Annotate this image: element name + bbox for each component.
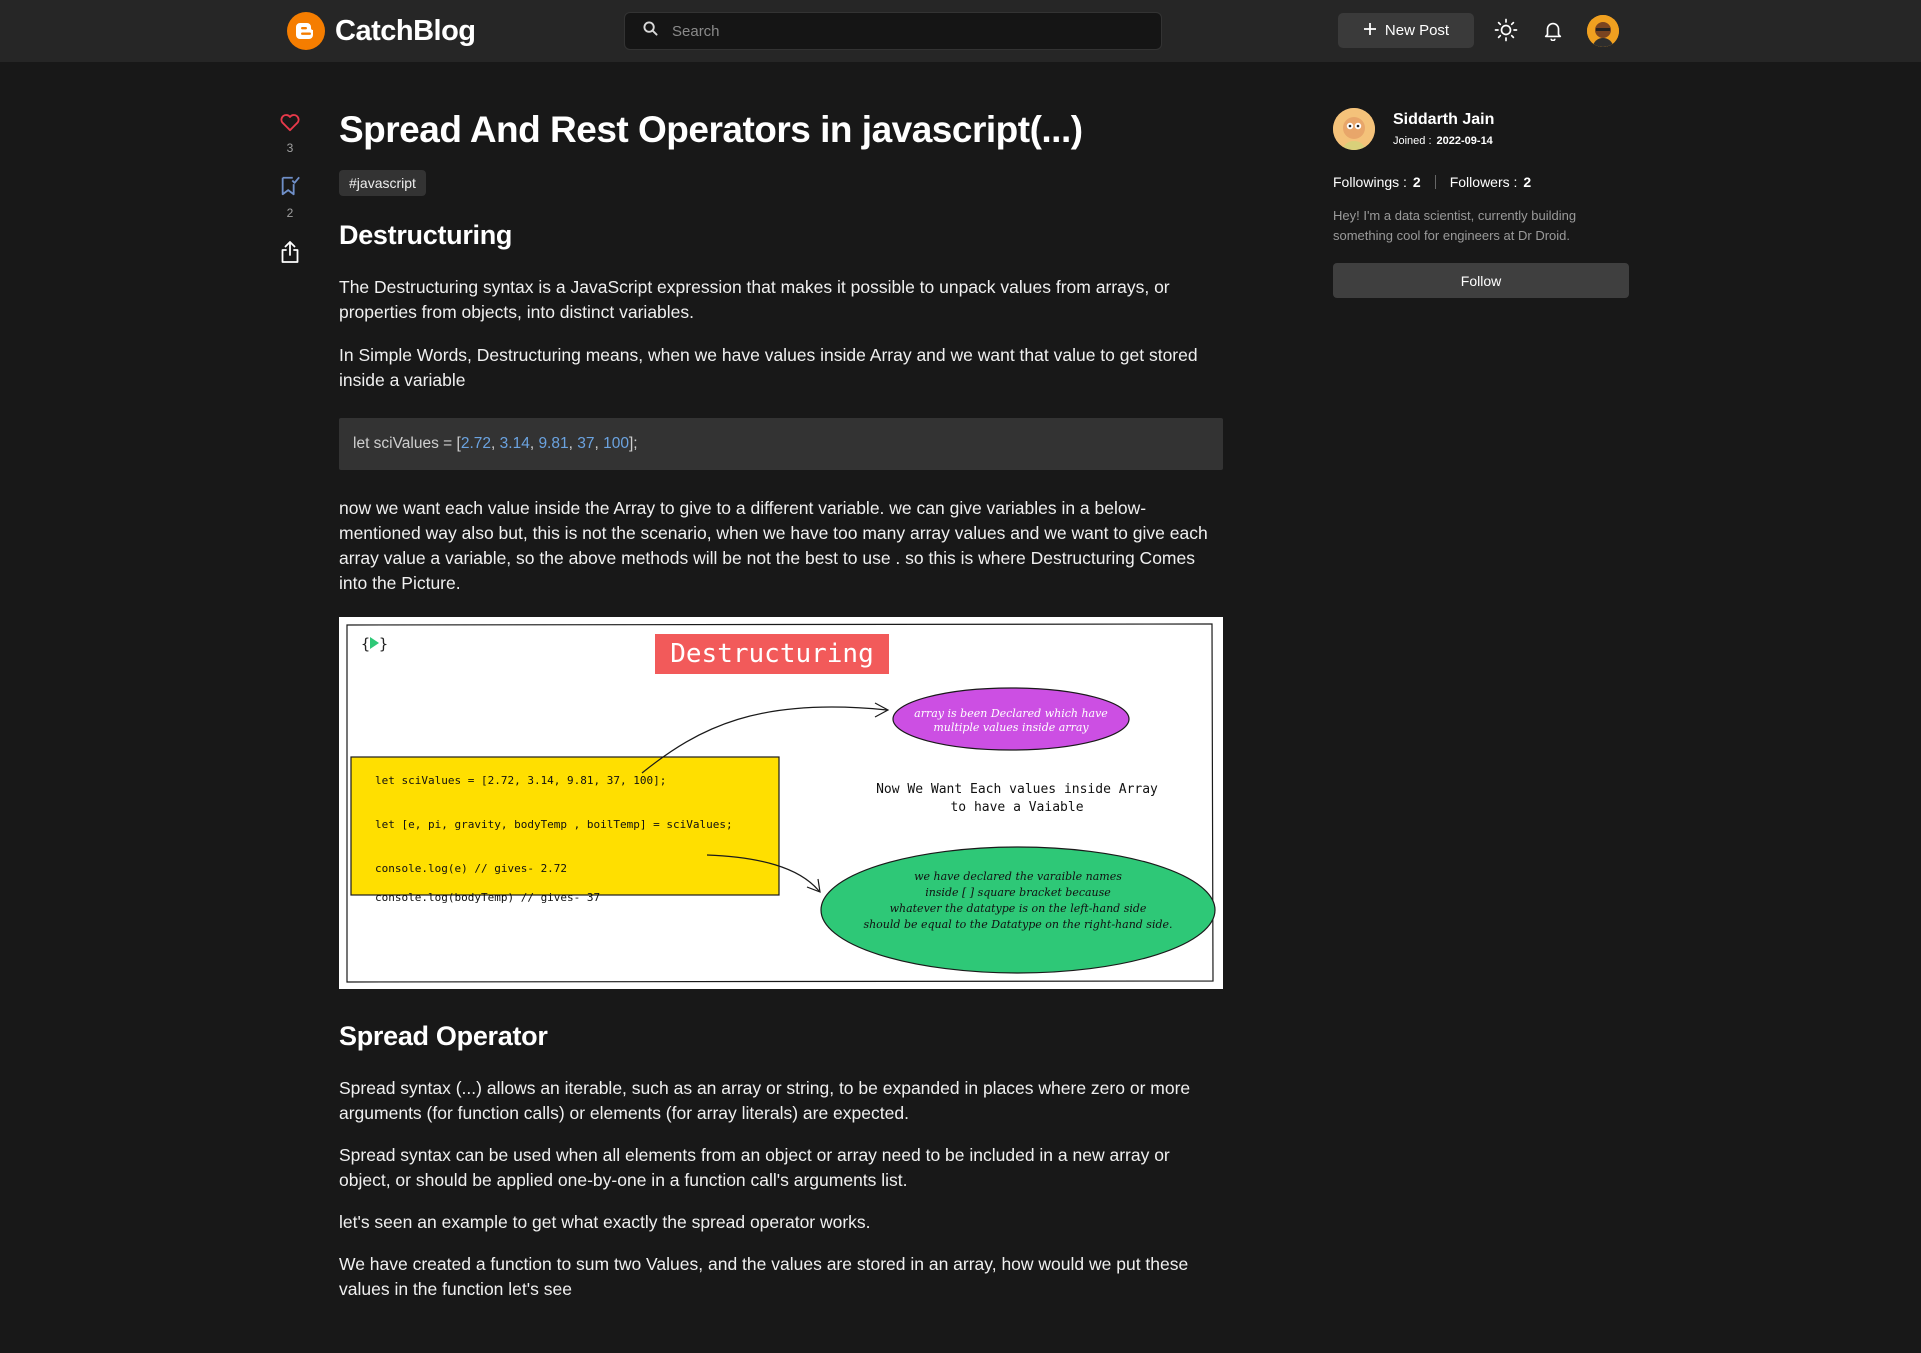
green-note-line: whatever the datatype is on the left-han…	[890, 902, 1147, 915]
green-note-line: inside [ ] square bracket because	[925, 886, 1111, 899]
code-suffix: ];	[628, 435, 638, 452]
paragraph: In Simple Words, Destructuring means, wh…	[339, 345, 1198, 390]
svg-text:{: {	[361, 635, 370, 653]
section-heading-spread: Spread Operator	[339, 1021, 548, 1051]
joined-date: 2022-09-14	[1436, 135, 1493, 147]
paragraph: Spread syntax (...) allows an iterable, …	[339, 1078, 1191, 1123]
code-number: 9.81	[538, 435, 569, 452]
author-name[interactable]: Siddarth Jain	[1393, 111, 1494, 129]
followings-label: Followings :	[1333, 174, 1407, 190]
bookmark-count: 2	[286, 206, 294, 220]
code-number: 100	[603, 435, 629, 452]
follow-button[interactable]: Follow	[1333, 263, 1629, 298]
tag-javascript[interactable]: #javascript	[339, 170, 426, 196]
like-icon[interactable]	[279, 112, 301, 137]
joined-label: Joined :	[1393, 135, 1432, 147]
author-avatar[interactable]	[1333, 108, 1375, 150]
new-post-button[interactable]: New Post	[1338, 13, 1474, 48]
blogger-logo-icon	[287, 12, 325, 50]
search-icon	[643, 21, 658, 41]
purple-note-line: multiple values inside array	[933, 721, 1089, 734]
paragraph: Spread syntax can be used when all eleme…	[339, 1145, 1170, 1190]
bell-icon[interactable]	[1540, 17, 1566, 43]
author-card: Siddarth Jain Joined : 2022-09-14 Followi…	[1333, 108, 1629, 298]
middle-note-line: Now We Want Each values inside Array	[876, 782, 1158, 797]
paragraph: We have created a function to sum two Va…	[339, 1254, 1189, 1299]
new-post-label: New Post	[1384, 22, 1450, 39]
stat-divider	[1434, 175, 1436, 189]
author-header: Siddarth Jain Joined : 2022-09-14	[1333, 108, 1629, 150]
search-input[interactable]	[672, 22, 1142, 40]
destructuring-diagram: { } Destructuring let sciValues = [2.72,…	[339, 617, 1223, 989]
diagram-code-line: let [e, pi, gravity, bodyTemp , boilTemp…	[375, 818, 733, 831]
diagram-svg: { } Destructuring let sciValues = [2.72,…	[339, 617, 1223, 989]
author-bio: Hey! I'm a data scientist, currently bui…	[1333, 208, 1577, 243]
code-block: let sciValues = [ 2.72, 3.14, 9.81, 37, …	[339, 418, 1223, 470]
code-prefix: let sciValues = [	[353, 435, 461, 452]
followers-label: Followers :	[1449, 174, 1518, 190]
code-number: 3.14	[499, 435, 530, 452]
diagram-code-line: console.log(e) // gives- 2.72	[375, 862, 567, 875]
article: Spread And Rest Operators in javascript(…	[339, 104, 1223, 1302]
diagram-code-line: let sciValues = [2.72, 3.14, 9.81, 37, 1…	[375, 774, 666, 787]
followings-count: 2	[1412, 174, 1421, 190]
middle-note-line: to have a Vaiable	[950, 800, 1083, 815]
section-heading-destructuring: Destructuring	[339, 220, 513, 250]
share-icon[interactable]	[280, 240, 300, 269]
followers-count: 2	[1523, 174, 1532, 190]
purple-note-line: array is been Declared which have	[914, 707, 1108, 720]
like-count: 3	[286, 141, 294, 155]
tag-label: javascript	[356, 175, 416, 191]
green-note-line: we have declared the varaible names	[914, 870, 1122, 883]
followings-stat[interactable]: Followings : 2	[1333, 174, 1421, 190]
top-navbar: CatchBlog New Post	[0, 0, 1921, 62]
code-number: 37	[577, 435, 595, 452]
diagram-code-line: console.log(bodyTemp) // gives- 37	[375, 891, 600, 904]
diagram-title: Destructuring	[670, 639, 874, 669]
follow-stats: Followings : 2 Followers : 2	[1333, 174, 1629, 190]
search-bar[interactable]	[624, 12, 1162, 50]
user-avatar[interactable]	[1587, 15, 1619, 47]
svg-text:}: }	[379, 635, 388, 653]
brand-logo[interactable]: CatchBlog	[287, 12, 476, 50]
author-joined: Joined : 2022-09-14	[1393, 135, 1494, 147]
paragraph: now we want each value inside the Array …	[339, 498, 1208, 593]
theme-toggle-icon[interactable]	[1493, 17, 1519, 43]
paragraph: let's seen an example to get what exactl…	[339, 1212, 871, 1232]
followers-stat[interactable]: Followers : 2	[1450, 174, 1531, 190]
brand-name: CatchBlog	[335, 14, 476, 47]
green-note-line: should be equal to the Datatype on the r…	[863, 918, 1172, 931]
code-number: 2.72	[460, 435, 492, 452]
reaction-rail: 3 2	[276, 112, 304, 269]
article-title: Spread And Rest Operators in javascript(…	[339, 109, 1083, 150]
paragraph: The Destructuring syntax is a JavaScript…	[339, 277, 1170, 322]
bookmark-icon[interactable]	[279, 175, 301, 202]
plus-icon	[1363, 22, 1377, 40]
